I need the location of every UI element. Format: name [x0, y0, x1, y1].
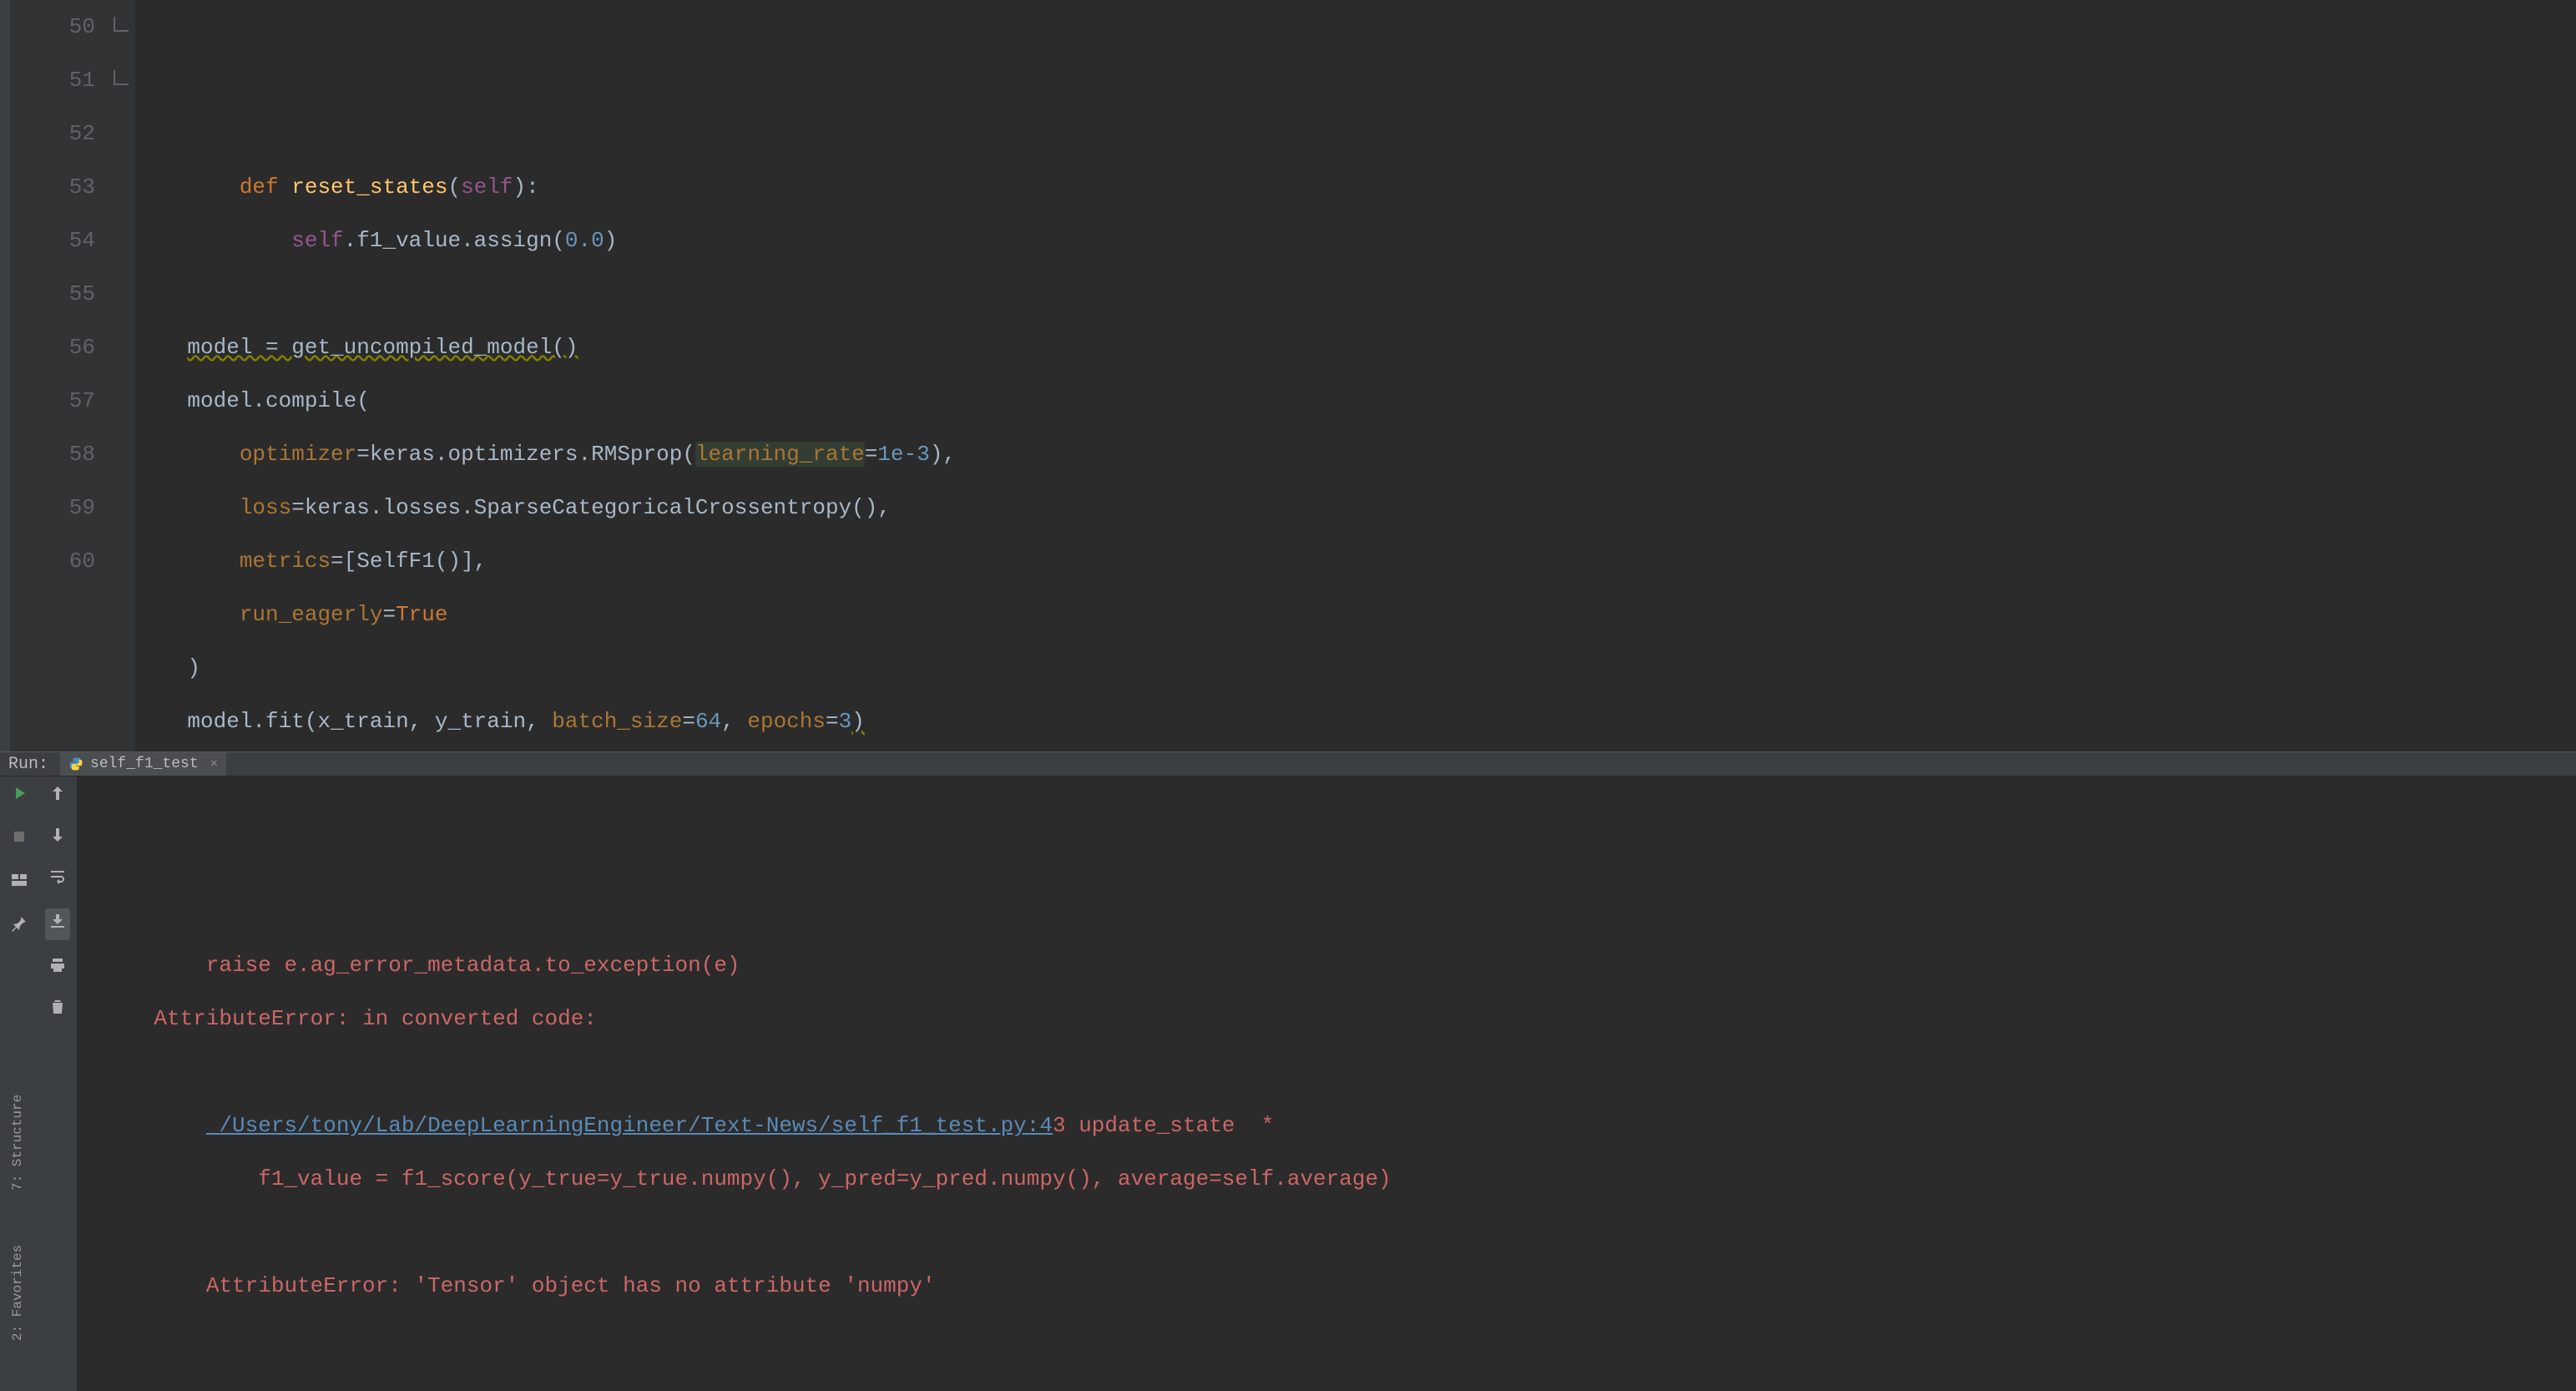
soft-wrap-icon[interactable] — [48, 867, 68, 893]
run-action-bar-2 — [38, 776, 77, 1391]
favorites-tool-tab[interactable]: 2: Favorites — [10, 1245, 25, 1341]
console-line — [102, 1313, 2568, 1366]
fold-end-icon[interactable] — [114, 70, 129, 85]
console-line — [102, 1206, 2568, 1259]
code-line[interactable]: model.compile( — [135, 374, 2576, 427]
console-line: AttributeError: 'Tensor' object has no a… — [102, 1259, 2568, 1313]
run-body: raise e.ag_error_metadata.to_exception(e… — [0, 776, 2576, 1391]
console-line — [102, 1366, 2568, 1391]
code-line[interactable]: run_eagerly=True — [135, 588, 2576, 641]
fold-end-icon[interactable] — [114, 17, 129, 32]
editor-pane: 5051525354555657585960 def reset_states(… — [0, 0, 2576, 751]
code-line[interactable]: self.f1_value.assign(0.0) — [135, 214, 2576, 267]
run-tool-window: Run: self_f1_test × — [0, 751, 2576, 1391]
code-line[interactable]: ) — [135, 641, 2576, 695]
left-tool-tabs: 7: Structure 2: Favorites — [0, 1040, 12, 1391]
print-icon[interactable] — [48, 955, 68, 982]
structure-tool-tab[interactable]: 7: Structure — [10, 1095, 25, 1191]
code-line[interactable]: loss=keras.losses.SparseCategoricalCross… — [135, 481, 2576, 534]
console-line: raise e.ag_error_metadata.to_exception(e… — [102, 938, 2568, 992]
console-line: f1_value = f1_score(y_true=y_true.numpy(… — [102, 1152, 2568, 1206]
code-line[interactable] — [135, 267, 2576, 321]
code-line[interactable]: def reset_states(self): — [135, 160, 2576, 214]
close-icon[interactable]: × — [210, 756, 219, 771]
left-tool-strip — [0, 0, 10, 751]
console-line: AttributeError: in converted code: — [102, 992, 2568, 1045]
code-editor[interactable]: def reset_states(self): self.f1_value.as… — [135, 0, 2576, 751]
scroll-to-end-icon[interactable] — [45, 908, 70, 940]
line-number-gutter[interactable]: 5051525354555657585960 — [10, 0, 135, 751]
run-label: Run: — [8, 755, 48, 774]
layout-icon[interactable] — [9, 870, 29, 897]
console-output[interactable]: raise e.ag_error_metadata.to_exception(e… — [77, 776, 2576, 1391]
fold-lane — [102, 0, 135, 751]
code-line[interactable]: optimizer=keras.optimizers.RMSprop(learn… — [135, 427, 2576, 481]
down-icon[interactable] — [48, 825, 68, 852]
python-icon — [68, 756, 83, 771]
stop-icon[interactable] — [9, 827, 29, 853]
code-line[interactable]: model.fit(x_train, y_train, batch_size=6… — [135, 695, 2576, 748]
run-header: Run: self_f1_test × — [0, 751, 2576, 776]
code-line[interactable]: model = get_uncompiled_model() — [135, 321, 2576, 374]
console-line — [102, 1045, 2568, 1099]
console-line: /Users/tony/Lab/DeepLearningEngineer/Tex… — [102, 1099, 2568, 1152]
pin-icon[interactable] — [9, 913, 29, 940]
up-icon[interactable] — [48, 783, 68, 810]
run-tab-label: self_f1_test — [90, 756, 199, 772]
run-tab[interactable]: self_f1_test × — [60, 752, 226, 776]
rerun-icon[interactable] — [9, 783, 29, 810]
code-line[interactable]: metrics=[SelfF1()], — [135, 534, 2576, 588]
trash-icon[interactable] — [48, 997, 68, 1024]
